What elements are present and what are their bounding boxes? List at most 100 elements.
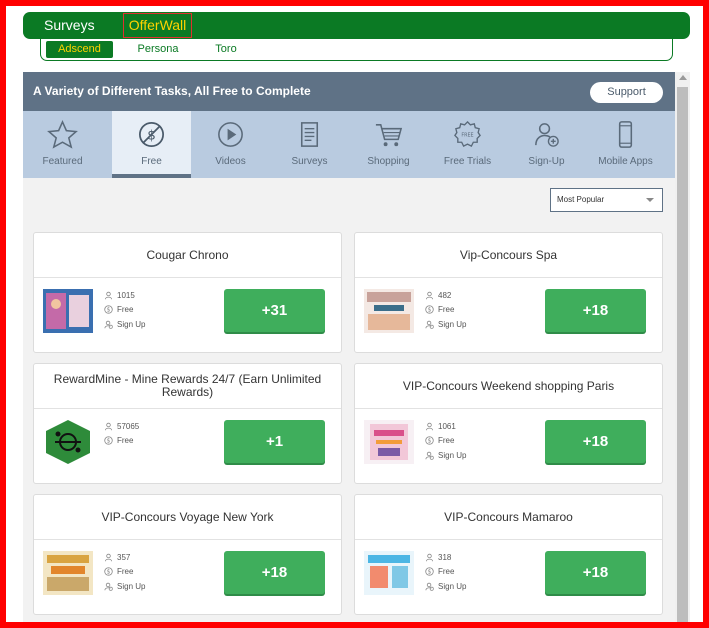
- offer-card[interactable]: VIP-Concours Weekend shopping Paris 1061…: [354, 363, 663, 484]
- clipboard-icon: [300, 122, 319, 147]
- offer-meta: 357 $ Free Sign Up: [104, 550, 145, 594]
- svg-text:$: $: [428, 570, 432, 576]
- svg-text:$: $: [107, 439, 111, 445]
- category-label: Free: [141, 156, 162, 167]
- user-add-icon: [425, 451, 434, 460]
- user-add-icon: [104, 582, 113, 591]
- reward-button[interactable]: +18: [224, 551, 325, 594]
- offer-thumbnail: [43, 551, 93, 595]
- offer-count: 482: [438, 290, 452, 300]
- sort-dropdown[interactable]: Most Popular: [550, 188, 663, 212]
- category-videos[interactable]: Videos: [191, 111, 270, 178]
- category-label: Sign-Up: [528, 156, 565, 167]
- user-icon: [425, 553, 434, 562]
- badge-icon: FREE: [454, 120, 481, 148]
- offer-card[interactable]: RewardMine - Mine Rewards 24/7 (Earn Unl…: [33, 363, 342, 484]
- offerwall-frame: Surveys OfferWall Adscend Persona Toro A…: [6, 6, 703, 622]
- category-sign-up[interactable]: Sign-Up: [507, 111, 586, 178]
- user-icon: [104, 422, 113, 431]
- svg-text:$: $: [107, 308, 111, 314]
- reward-button[interactable]: +18: [545, 420, 646, 463]
- category-label: Shopping: [367, 156, 410, 167]
- user-add-icon: [425, 320, 434, 329]
- offer-thumbnail: [364, 289, 414, 333]
- category-shopping[interactable]: Shopping: [349, 111, 428, 178]
- user-icon: [104, 291, 113, 300]
- offer-title: Vip-Concours Spa: [355, 233, 662, 278]
- chevron-down-icon: [646, 198, 654, 202]
- phone-icon: [618, 121, 633, 148]
- user-icon: [425, 422, 434, 431]
- offer-count: 1015: [117, 290, 135, 300]
- offer-meta: 1061 $ Free Sign Up: [425, 419, 466, 463]
- svg-text:FREE: FREE: [461, 132, 473, 138]
- star-icon: [47, 119, 78, 149]
- subtab-toro[interactable]: Toro: [211, 41, 241, 58]
- dollar-icon: $: [425, 436, 434, 445]
- reward-button[interactable]: +18: [545, 551, 646, 594]
- offer-signup: Sign Up: [438, 581, 467, 591]
- category-bar: Featured $ Free Videos Surveys Shopping …: [23, 111, 675, 178]
- offer-free: Free: [117, 436, 134, 446]
- dollar-icon: $: [425, 305, 434, 314]
- cart-icon: [375, 124, 403, 147]
- offer-signup: Sign Up: [117, 581, 146, 591]
- category-free[interactable]: $ Free: [112, 111, 191, 178]
- category-label: Mobile Apps: [598, 156, 653, 167]
- svg-text:$: $: [107, 570, 111, 576]
- vertical-scrollbar[interactable]: [675, 72, 690, 622]
- offer-signup: Sign Up: [438, 450, 467, 460]
- sub-nav: Adscend Persona Toro: [40, 39, 673, 61]
- user-icon: [425, 291, 434, 300]
- category-label: Videos: [215, 156, 246, 167]
- tab-surveys[interactable]: Surveys: [44, 12, 95, 39]
- category-mobile-apps[interactable]: Mobile Apps: [586, 111, 665, 178]
- category-label: Surveys: [291, 156, 328, 167]
- offer-free: Free: [117, 567, 134, 577]
- user-add-icon: [104, 320, 113, 329]
- offer-meta: 482 $ Free Sign Up: [425, 288, 466, 332]
- offer-card[interactable]: VIP-Concours Voyage New York 357 $ Free S…: [33, 494, 342, 615]
- panel-header: A Variety of Different Tasks, All Free t…: [23, 72, 675, 111]
- offer-card[interactable]: Cougar Chrono 1015 $ Free Sign Up +31: [33, 232, 342, 353]
- offer-card[interactable]: VIP-Concours Mamaroo 318 $ Free Sign Up +…: [354, 494, 663, 615]
- svg-text:$: $: [428, 439, 432, 445]
- scroll-thumb[interactable]: [677, 87, 688, 622]
- top-nav: Surveys OfferWall: [23, 12, 690, 39]
- subtab-persona[interactable]: Persona: [133, 41, 183, 58]
- dollar-icon: $: [104, 305, 113, 314]
- offer-count: 318: [438, 552, 452, 562]
- offer-meta: 1015 $ Free Sign Up: [104, 288, 145, 332]
- offer-thumbnail: [364, 420, 414, 464]
- offer-free: Free: [438, 567, 455, 577]
- user-add-icon: [535, 123, 559, 147]
- user-icon: [104, 553, 113, 562]
- dollar-icon: $: [104, 436, 113, 445]
- reward-button[interactable]: +1: [224, 420, 325, 463]
- offer-count: 357: [117, 552, 131, 562]
- offer-free: Free: [438, 436, 455, 446]
- support-button[interactable]: Support: [590, 82, 663, 103]
- dollar-icon: $: [104, 567, 113, 576]
- scroll-up-arrow-icon[interactable]: [679, 75, 687, 80]
- user-add-icon: [425, 582, 434, 591]
- reward-button[interactable]: +18: [545, 289, 646, 332]
- offer-free: Free: [438, 305, 455, 315]
- dollar-icon: $: [425, 567, 434, 576]
- offer-title: RewardMine - Mine Rewards 24/7 (Earn Unl…: [34, 364, 341, 409]
- category-featured[interactable]: Featured: [23, 111, 102, 178]
- offer-signup: Sign Up: [117, 319, 146, 329]
- offer-title: VIP-Concours Mamaroo: [355, 495, 662, 540]
- offer-title: Cougar Chrono: [34, 233, 341, 278]
- subtab-adscend[interactable]: Adscend: [46, 41, 113, 58]
- svg-text:$: $: [428, 308, 432, 314]
- offer-signup: Sign Up: [438, 319, 467, 329]
- offer-free: Free: [117, 305, 134, 315]
- reward-button[interactable]: +31: [224, 289, 325, 332]
- category-surveys[interactable]: Surveys: [270, 111, 349, 178]
- play-icon: [218, 122, 243, 147]
- offer-thumbnail: [364, 551, 414, 595]
- tab-offerwall[interactable]: OfferWall: [123, 13, 192, 38]
- category-free-trials[interactable]: FREE Free Trials: [428, 111, 507, 178]
- offer-card[interactable]: Vip-Concours Spa 482 $ Free Sign Up +18: [354, 232, 663, 353]
